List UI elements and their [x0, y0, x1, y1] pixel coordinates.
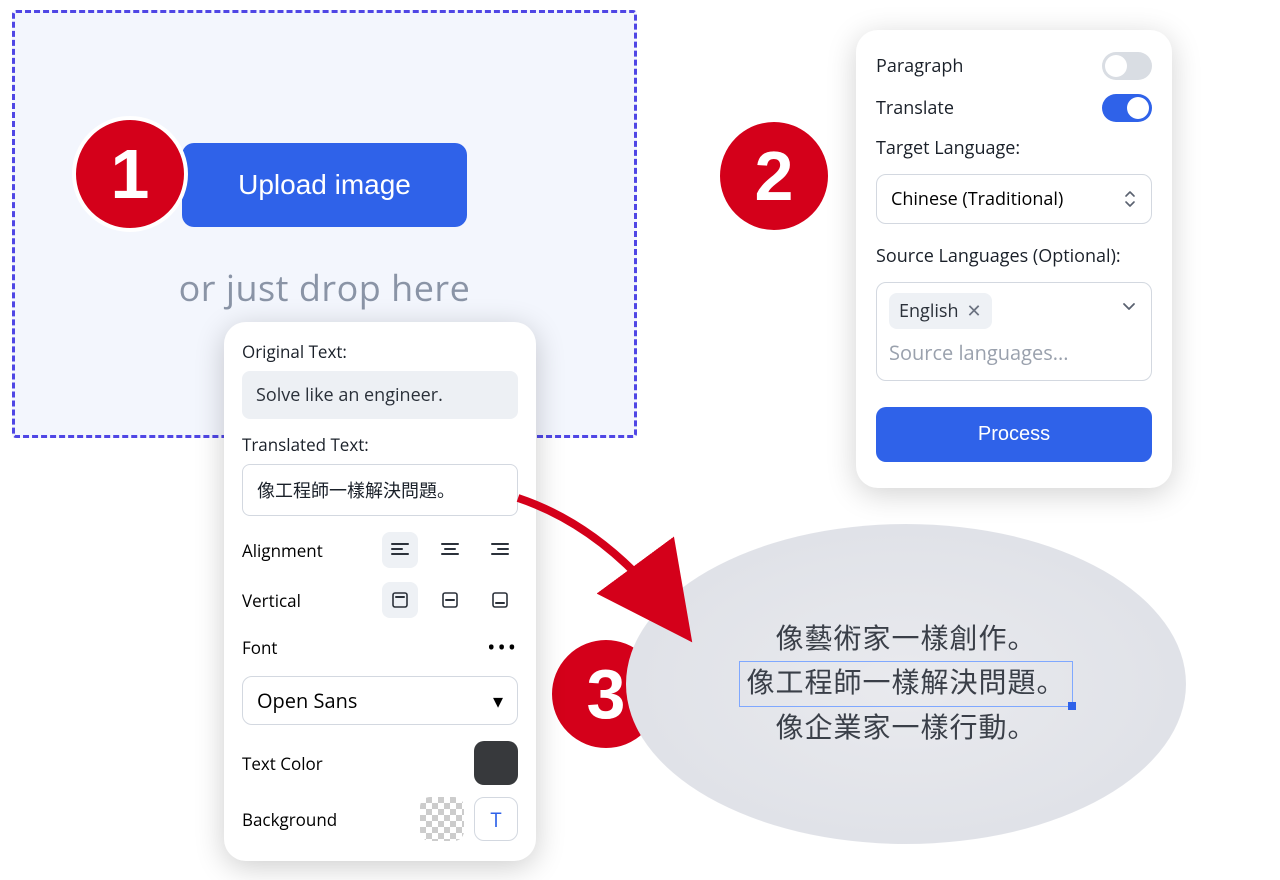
target-language-select[interactable]: Chinese (Traditional)	[876, 174, 1152, 224]
align-left-button[interactable]	[382, 532, 418, 568]
remove-chip-icon[interactable]: ✕	[967, 299, 982, 323]
result-line-selected[interactable]: 像工程師一樣解決問題。	[739, 661, 1072, 706]
vertical-label: Vertical	[242, 589, 301, 612]
alignment-label: Alignment	[242, 539, 323, 562]
result-preview: 像藝術家一樣創作。 像工程師一樣解決問題。 像企業家一樣行動。	[626, 524, 1186, 844]
source-language-chip: English ✕	[889, 293, 992, 329]
translate-toggle-label: Translate	[876, 96, 954, 120]
translate-toggle[interactable]	[1102, 94, 1152, 122]
background-label: Background	[242, 808, 337, 831]
original-text-value: Solve like an engineer.	[242, 371, 518, 419]
text-color-label: Text Color	[242, 752, 323, 775]
source-language-chip-label: English	[899, 299, 959, 323]
selection-handle-icon[interactable]	[1068, 702, 1076, 710]
result-line-3: 像企業家一樣行動。	[775, 707, 1036, 750]
chevron-down-icon[interactable]	[1121, 297, 1137, 319]
caret-down-icon: ▾	[493, 687, 503, 714]
font-value: Open Sans	[257, 687, 357, 714]
process-button[interactable]: Process	[876, 407, 1152, 462]
target-language-value: Chinese (Traditional)	[891, 187, 1063, 211]
font-label: Font	[242, 636, 278, 659]
background-apply-text-button[interactable]: T	[474, 797, 518, 841]
align-center-icon	[440, 540, 460, 560]
target-language-label: Target Language:	[876, 136, 1152, 160]
valign-bottom-icon	[490, 590, 510, 610]
upload-image-button[interactable]: Upload image	[182, 143, 467, 227]
original-text-label: Original Text:	[242, 340, 518, 363]
result-line-2: 像工程師一樣解決問題。	[746, 668, 1065, 699]
align-right-icon	[490, 540, 510, 560]
source-languages-placeholder: Source languages...	[889, 339, 1139, 366]
font-more-icon[interactable]: •••	[487, 632, 518, 662]
paragraph-toggle-label: Paragraph	[876, 54, 963, 78]
text-edit-panel: Original Text: Solve like an engineer. T…	[224, 322, 536, 861]
translate-settings-panel: Paragraph Translate Target Language: Chi…	[856, 30, 1172, 488]
step-badge-2: 2	[716, 118, 832, 234]
font-select[interactable]: Open Sans ▾	[242, 676, 518, 725]
background-transparent-swatch[interactable]	[420, 797, 464, 841]
paragraph-toggle[interactable]	[1102, 52, 1152, 80]
text-color-swatch[interactable]	[474, 741, 518, 785]
source-languages-label: Source Languages (Optional):	[876, 244, 1152, 268]
valign-top-icon	[390, 590, 410, 610]
translated-text-input[interactable]: 像工程師一樣解決問題。	[242, 464, 518, 516]
align-right-button[interactable]	[482, 532, 518, 568]
step-badge-1: 1	[72, 116, 188, 232]
result-line-1: 像藝術家一樣創作。	[775, 618, 1036, 661]
align-center-button[interactable]	[432, 532, 468, 568]
valign-middle-button[interactable]	[432, 582, 468, 618]
align-left-icon	[390, 540, 410, 560]
select-updown-icon	[1123, 190, 1137, 208]
translated-text-label: Translated Text:	[242, 433, 518, 456]
drop-hint-text: or just drop here	[15, 263, 634, 312]
valign-middle-icon	[440, 590, 460, 610]
source-languages-input[interactable]: English ✕ Source languages...	[876, 282, 1152, 381]
valign-bottom-button[interactable]	[482, 582, 518, 618]
valign-top-button[interactable]	[382, 582, 418, 618]
